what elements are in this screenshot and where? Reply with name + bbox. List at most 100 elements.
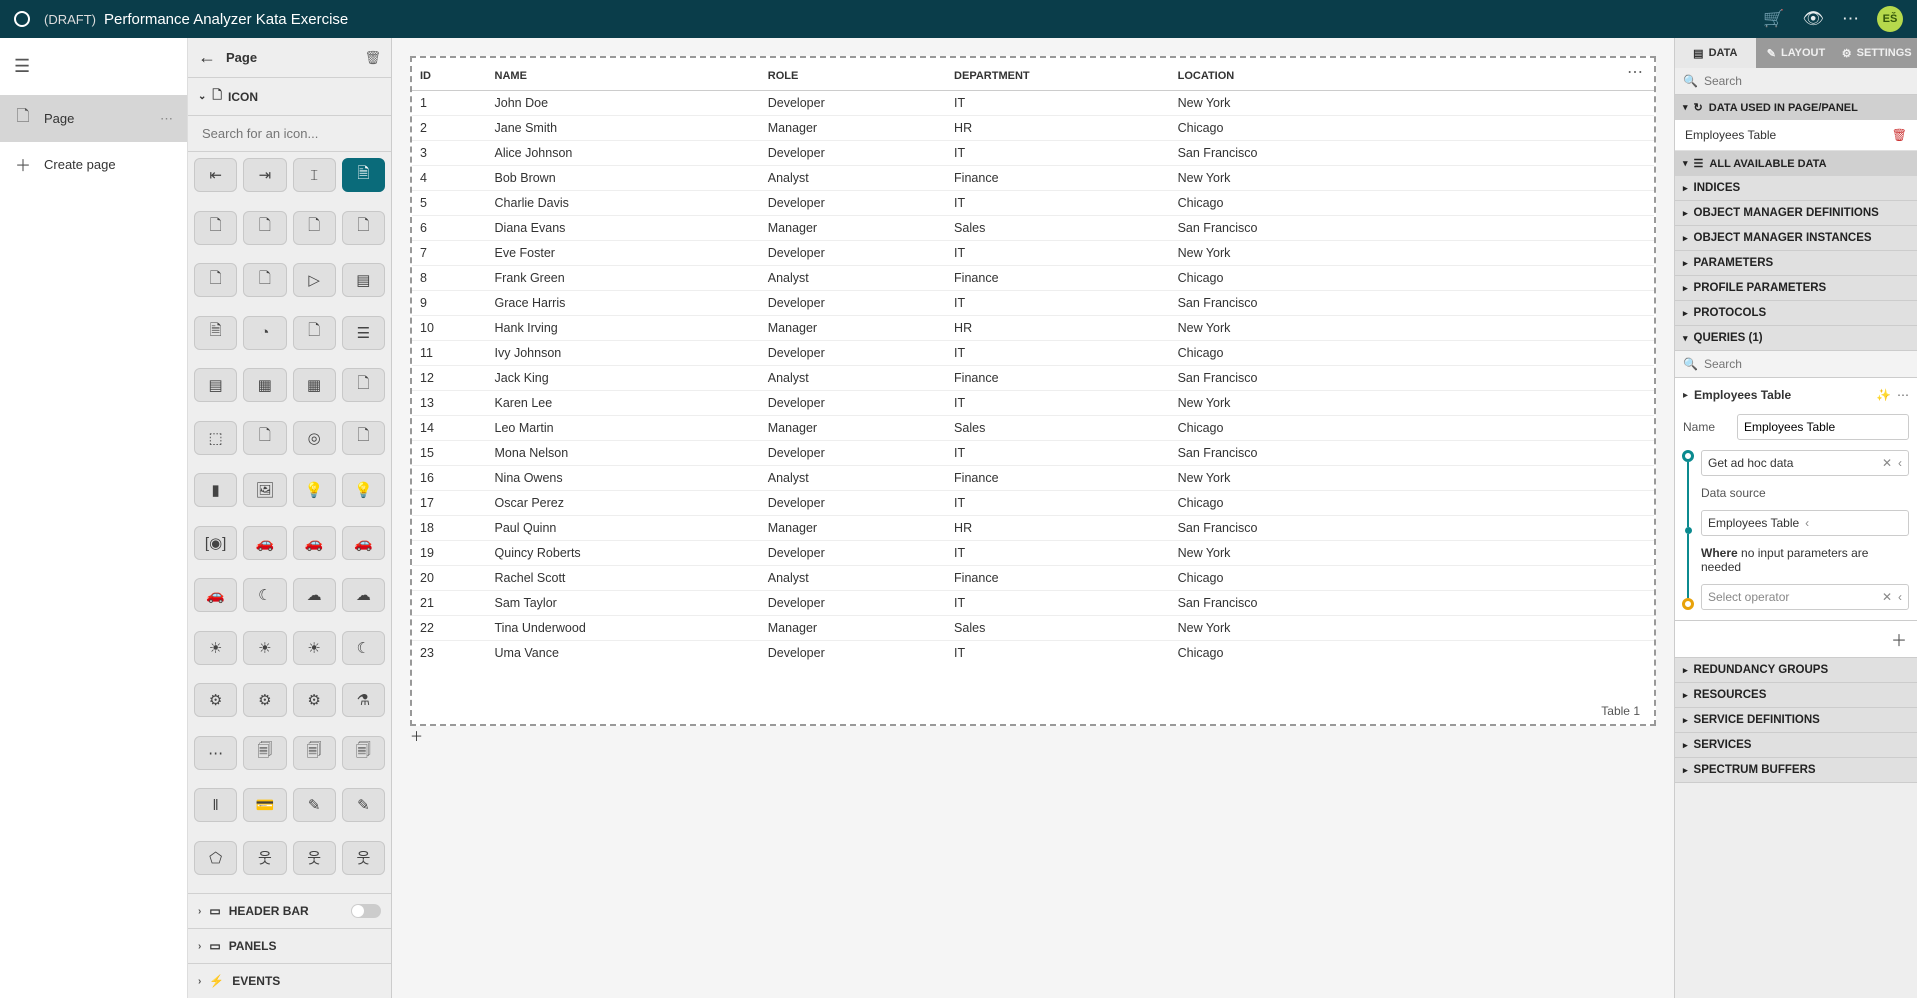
back-icon[interactable]: ← xyxy=(198,47,216,68)
icon-option[interactable]: 🗋 xyxy=(293,316,336,350)
column-header[interactable]: NAME xyxy=(487,58,760,91)
section-services[interactable]: ▸SERVICES xyxy=(1675,733,1917,758)
icon-option[interactable]: ⚙ xyxy=(243,683,286,717)
wand-icon[interactable]: ✨ xyxy=(1876,388,1891,402)
icon-option[interactable]: ☁ xyxy=(293,578,336,612)
table-row[interactable]: 3Alice JohnsonDeveloperITSan Francisco xyxy=(412,141,1654,166)
tab-settings[interactable]: ⚙ SETTINGS xyxy=(1836,38,1917,68)
table-row[interactable]: 17Oscar PerezDeveloperITChicago xyxy=(412,491,1654,516)
table-row[interactable]: 8Frank GreenAnalystFinanceChicago xyxy=(412,266,1654,291)
icon-option[interactable]: 🚗 xyxy=(293,526,336,560)
table-row[interactable]: 18Paul QuinnManagerHRSan Francisco xyxy=(412,516,1654,541)
icon-option[interactable]: 💡 xyxy=(342,473,385,507)
section-resources[interactable]: ▸RESOURCES xyxy=(1675,683,1917,708)
section-events[interactable]: › ⚡ EVENTS xyxy=(188,963,391,998)
icon-option[interactable]: ▤ xyxy=(194,368,237,402)
icon-option[interactable]: 🗐 xyxy=(342,736,385,770)
cart-icon[interactable]: 🛒 xyxy=(1763,9,1784,29)
chevron-right-icon[interactable]: ▸ xyxy=(1683,390,1688,401)
icon-option[interactable]: ☾ xyxy=(243,578,286,612)
icon-option[interactable]: 🗋 xyxy=(194,263,237,297)
step-get-data[interactable]: Get ad hoc data ✕ ‹ xyxy=(1701,450,1909,476)
section-indices[interactable]: ▸INDICES xyxy=(1675,176,1917,201)
icon-option[interactable]: ⚙ xyxy=(194,683,237,717)
table-row[interactable]: 10Hank IrvingManagerHRNew York xyxy=(412,316,1654,341)
icon-option[interactable]: ▷ xyxy=(293,263,336,297)
icon-option[interactable]: ◔ xyxy=(243,316,286,350)
icon-option[interactable]: ☀ xyxy=(243,631,286,665)
icon-option[interactable]: ⬠ xyxy=(194,841,237,875)
icon-option[interactable]: 🗋 xyxy=(194,211,237,245)
tab-layout[interactable]: ✎ LAYOUT xyxy=(1756,38,1837,68)
icon-option[interactable]: ✎ xyxy=(293,788,336,822)
add-panel-button[interactable]: ＋ xyxy=(410,726,1656,745)
table-row[interactable]: 23Uma VanceDeveloperITChicago xyxy=(412,641,1654,666)
chevron-left-icon[interactable]: ‹ xyxy=(1892,590,1902,604)
icon-option[interactable]: 🚗 xyxy=(342,526,385,560)
employees-table[interactable]: IDNAMEROLEDEPARTMENTLOCATION 1John DoeDe… xyxy=(412,58,1654,665)
table-row[interactable]: 7Eve FosterDeveloperITNew York xyxy=(412,241,1654,266)
menu-icon[interactable]: ☰ xyxy=(0,38,187,95)
data-used-item[interactable]: Employees Table 🗑 xyxy=(1675,120,1917,151)
icon-option[interactable]: ☾ xyxy=(342,631,385,665)
section-redundancy[interactable]: ▸REDUNDANCY GROUPS xyxy=(1675,658,1917,683)
tab-data[interactable]: ▤ DATA xyxy=(1675,38,1756,68)
icon-option[interactable]: 웃 xyxy=(342,841,385,875)
table-row[interactable]: 16Nina OwensAnalystFinanceNew York xyxy=(412,466,1654,491)
table-row[interactable]: 21Sam TaylorDeveloperITSan Francisco xyxy=(412,591,1654,616)
icon-option[interactable]: ☀ xyxy=(194,631,237,665)
icon-option[interactable]: 🗋 xyxy=(342,368,385,402)
icon-option[interactable]: 🚗 xyxy=(243,526,286,560)
table-row[interactable]: 6Diana EvansManagerSalesSan Francisco xyxy=(412,216,1654,241)
column-header[interactable]: LOCATION xyxy=(1170,58,1654,91)
icon-option[interactable]: 🗋 xyxy=(293,211,336,245)
icon-option[interactable]: ✎ xyxy=(342,788,385,822)
icon-option[interactable]: ‖ xyxy=(194,788,237,822)
chevron-left-icon[interactable]: ‹ xyxy=(1892,456,1902,470)
icon-option[interactable]: 🗐 xyxy=(293,736,336,770)
section-queries[interactable]: ▾QUERIES (1) xyxy=(1675,326,1917,351)
canvas-more-icon[interactable]: ⋯ xyxy=(1627,62,1644,82)
sidebar-item-page[interactable]: 🗋 Page ⋯ xyxy=(0,95,187,142)
item-more-icon[interactable]: ⋯ xyxy=(160,111,173,127)
icon-option[interactable]: 𝙸 xyxy=(293,158,336,192)
icon-option[interactable]: 🗋 xyxy=(342,211,385,245)
table-row[interactable]: 19Quincy RobertsDeveloperITNew York xyxy=(412,541,1654,566)
table-row[interactable]: 2Jane SmithManagerHRChicago xyxy=(412,116,1654,141)
table-row[interactable]: 4Bob BrownAnalystFinanceNew York xyxy=(412,166,1654,191)
icon-option[interactable]: ▮ xyxy=(194,473,237,507)
table-row[interactable]: 11Ivy JohnsonDeveloperITChicago xyxy=(412,341,1654,366)
icon-option[interactable]: ⇤ xyxy=(194,158,237,192)
canvas[interactable]: ⋯ IDNAMEROLEDEPARTMENTLOCATION 1John Doe… xyxy=(410,56,1656,726)
table-row[interactable]: 5Charlie DavisDeveloperITChicago xyxy=(412,191,1654,216)
avatar[interactable]: EŠ xyxy=(1877,6,1903,32)
icon-option[interactable]: 🗋 xyxy=(243,263,286,297)
delete-icon[interactable]: 🗑 xyxy=(364,50,381,66)
table-row[interactable]: 20Rachel ScottAnalystFinanceChicago xyxy=(412,566,1654,591)
icon-option[interactable]: ⇥ xyxy=(243,158,286,192)
icon-option[interactable]: ◎ xyxy=(293,421,336,455)
section-protocols[interactable]: ▸PROTOCOLS xyxy=(1675,301,1917,326)
more-icon[interactable]: ⋯ xyxy=(1842,9,1859,29)
icon-option[interactable]: ⚙ xyxy=(293,683,336,717)
icon-option[interactable]: ▦ xyxy=(293,368,336,402)
icon-option[interactable]: ☀ xyxy=(293,631,336,665)
icon-option[interactable]: 웃 xyxy=(243,841,286,875)
icon-option[interactable]: 🖼 xyxy=(243,473,286,507)
section-all-data[interactable]: ▾ ☰ ALL AVAILABLE DATA xyxy=(1675,151,1917,176)
column-header[interactable]: ROLE xyxy=(760,58,946,91)
icon-option[interactable]: 웃 xyxy=(293,841,336,875)
icon-option[interactable]: 🗎 xyxy=(194,316,237,350)
chevron-left-icon[interactable]: ‹ xyxy=(1799,516,1809,530)
table-row[interactable]: 22Tina UnderwoodManagerSalesNew York xyxy=(412,616,1654,641)
icon-option[interactable]: 🚗 xyxy=(194,578,237,612)
icon-option[interactable]: ☰ xyxy=(342,316,385,350)
section-parameters[interactable]: ▸PARAMETERS xyxy=(1675,251,1917,276)
add-step-button[interactable]: ＋ xyxy=(1675,621,1917,658)
icon-option[interactable]: 🗋 xyxy=(342,421,385,455)
operator-select[interactable]: Select operator ✕ ‹ xyxy=(1701,584,1909,610)
query-name-input[interactable] xyxy=(1737,414,1909,440)
icon-option[interactable]: 💡 xyxy=(293,473,336,507)
table-row[interactable]: 15Mona NelsonDeveloperITSan Francisco xyxy=(412,441,1654,466)
icon-option[interactable]: ⚗ xyxy=(342,683,385,717)
